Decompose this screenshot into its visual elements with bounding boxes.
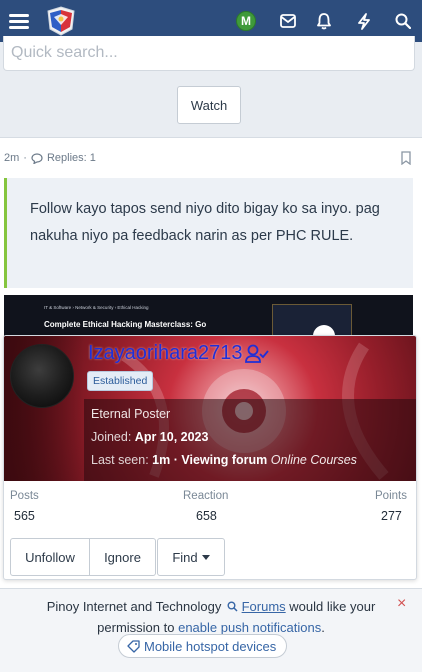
joined-date: Apr 10, 2023 <box>134 430 209 444</box>
ignore-button[interactable]: Ignore <box>90 538 156 576</box>
lastseen-label: Last seen: <box>91 453 149 467</box>
lastseen-time: 1m <box>152 453 171 467</box>
push-notification-notice: Pinoy Internet and Technology Forums wou… <box>0 588 422 672</box>
stat-posts-label: Posts <box>10 490 39 502</box>
post-meta: 2m · Replies: 1 <box>4 152 96 164</box>
thumbnail-breadcrumb: IT & Software › Network & Security › Eth… <box>44 305 149 310</box>
user-check-icon <box>244 344 269 363</box>
tag-icon <box>127 639 140 653</box>
follow-ignore-group: Unfollow Ignore <box>10 538 156 576</box>
member-username[interactable]: Izayaorihara2713 <box>88 342 243 365</box>
unfollow-button[interactable]: Unfollow <box>10 538 90 576</box>
caret-down-icon <box>201 554 210 560</box>
meta-separator: · <box>23 152 27 164</box>
thumbnail-title: Complete Ethical Hacking Masterclass: Go <box>44 320 207 329</box>
find-label: Find <box>172 549 198 565</box>
member-joined: Joined: Apr 10, 2023 <box>91 430 208 444</box>
user-initial: M <box>236 11 256 31</box>
comment-icon <box>31 152 43 164</box>
search-input[interactable]: Quick search... <box>3 36 415 71</box>
close-icon[interactable]: × <box>397 595 406 613</box>
lastseen-activity: · Viewing forum <box>173 453 268 467</box>
pill-label: Mobile hotspot devices <box>144 638 277 654</box>
post-time[interactable]: 2m <box>4 152 19 164</box>
member-rank: Eternal Poster <box>91 407 171 421</box>
post-quote: Follow kayo tapos send niyo dito bigay k… <box>4 178 413 288</box>
attached-thumbnail[interactable]: IT & Software › Network & Security › Eth… <box>4 295 413 340</box>
lastseen-forum-link[interactable]: Online Courses <box>271 453 357 467</box>
mobile-hotspot-pill[interactable]: Mobile hotspot devices <box>118 634 288 658</box>
notice-text-before: Pinoy Internet and Technology <box>46 599 222 614</box>
watch-button[interactable]: Watch <box>177 86 241 124</box>
replies-count[interactable]: Replies: 1 <box>47 152 96 164</box>
search-small-icon <box>227 601 238 612</box>
stat-points-label: Points <box>375 490 407 502</box>
stat-points-value[interactable]: 277 <box>381 509 402 523</box>
notice-text: Pinoy Internet and Technology Forums wou… <box>36 596 386 638</box>
member-tooltip-card: Izayaorihara2713 Established Eternal Pos… <box>3 335 417 580</box>
forums-link[interactable]: Forums <box>242 599 286 614</box>
notice-text-after: . <box>321 620 325 635</box>
stat-reaction-label: Reaction <box>183 490 229 502</box>
bookmark-icon[interactable] <box>400 151 412 165</box>
member-badge: Established <box>87 371 154 391</box>
member-username-row: Izayaorihara2713 <box>88 342 269 365</box>
find-button[interactable]: Find <box>157 538 225 576</box>
joined-label: Joined: <box>91 430 132 444</box>
stat-posts-value[interactable]: 565 <box>14 509 35 523</box>
stat-reaction-value[interactable]: 658 <box>196 509 217 523</box>
profile-banner: Izayaorihara2713 Established Eternal Pos… <box>4 336 416 481</box>
enable-push-link[interactable]: enable push notifications <box>178 620 321 635</box>
member-avatar[interactable] <box>10 344 74 408</box>
member-last-seen: Last seen: 1m · Viewing forum Online Cou… <box>91 453 357 467</box>
